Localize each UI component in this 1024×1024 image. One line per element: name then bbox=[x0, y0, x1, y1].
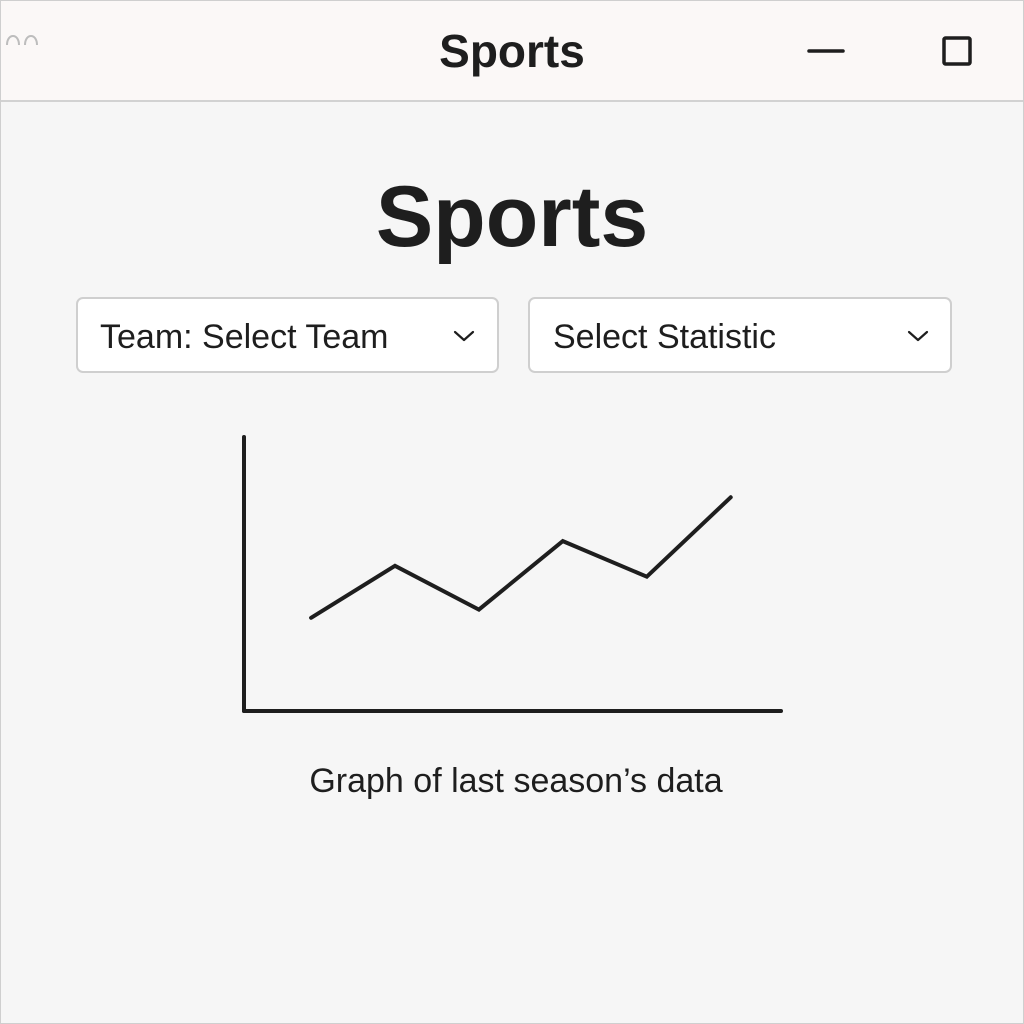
series-layer bbox=[309, 495, 733, 620]
app-window: Sports Sports Team: Select Team Select S… bbox=[0, 0, 1024, 1024]
window-title: Sports bbox=[439, 25, 585, 77]
season-line-chart bbox=[242, 435, 783, 713]
team-select[interactable]: Team: Select Team bbox=[76, 297, 499, 373]
title-bar: Sports bbox=[1, 1, 1023, 102]
chevron-down-icon bbox=[907, 330, 929, 342]
page-title: Sports bbox=[375, 169, 649, 265]
series-line-1 bbox=[309, 495, 733, 620]
team-select-value: Team: Select Team bbox=[100, 318, 389, 356]
chart-caption: Graph of last season’s data bbox=[309, 762, 723, 800]
statistic-select[interactable]: Select Statistic bbox=[528, 297, 952, 373]
maximize-icon[interactable] bbox=[937, 31, 977, 71]
chevron-down-icon bbox=[453, 330, 475, 342]
minimize-icon[interactable] bbox=[806, 31, 846, 71]
statistic-select-value: Select Statistic bbox=[553, 318, 776, 356]
